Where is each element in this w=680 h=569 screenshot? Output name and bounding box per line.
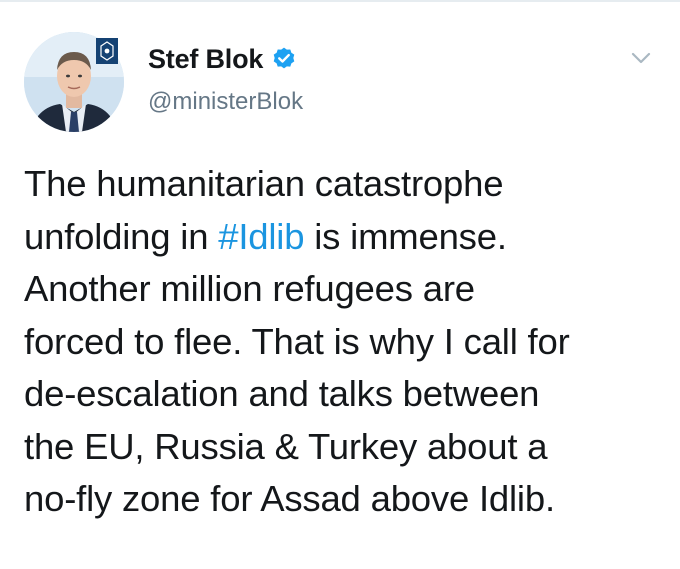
tweet-line: The humanitarian catastrophe	[24, 163, 504, 204]
tweet-line: de-escalation and talks between	[24, 373, 540, 414]
tweet-line: no-fly zone for Assad above Idlib.	[24, 478, 555, 519]
government-logo-icon	[96, 38, 118, 64]
author-name-row: Stef Blok	[148, 42, 297, 76]
tweet-text-segment: is immense.	[304, 215, 507, 257]
tweet-text-segment: unfolding in	[24, 215, 219, 257]
tweet-card: Stef Blok @ministerBlok The humanitarian…	[0, 0, 680, 569]
tweet-line: Another million refugees are	[24, 268, 475, 309]
tweet-line: forced to flee. That is why I call for	[24, 320, 570, 362]
tweet-text: The humanitarian catastrophe unfolding i…	[24, 158, 664, 526]
verified-badge-icon	[273, 47, 295, 69]
author-handle[interactable]: @ministerBlok	[148, 88, 303, 116]
hashtag-link[interactable]: #Idlib	[218, 216, 304, 257]
tweet-line: the EU, Russia & Turkey about a	[24, 425, 548, 467]
tweet-line: unfolding in #Idlib is immense.	[24, 211, 664, 264]
display-name[interactable]: Stef Blok	[148, 44, 263, 75]
chevron-down-icon[interactable]	[628, 48, 654, 68]
